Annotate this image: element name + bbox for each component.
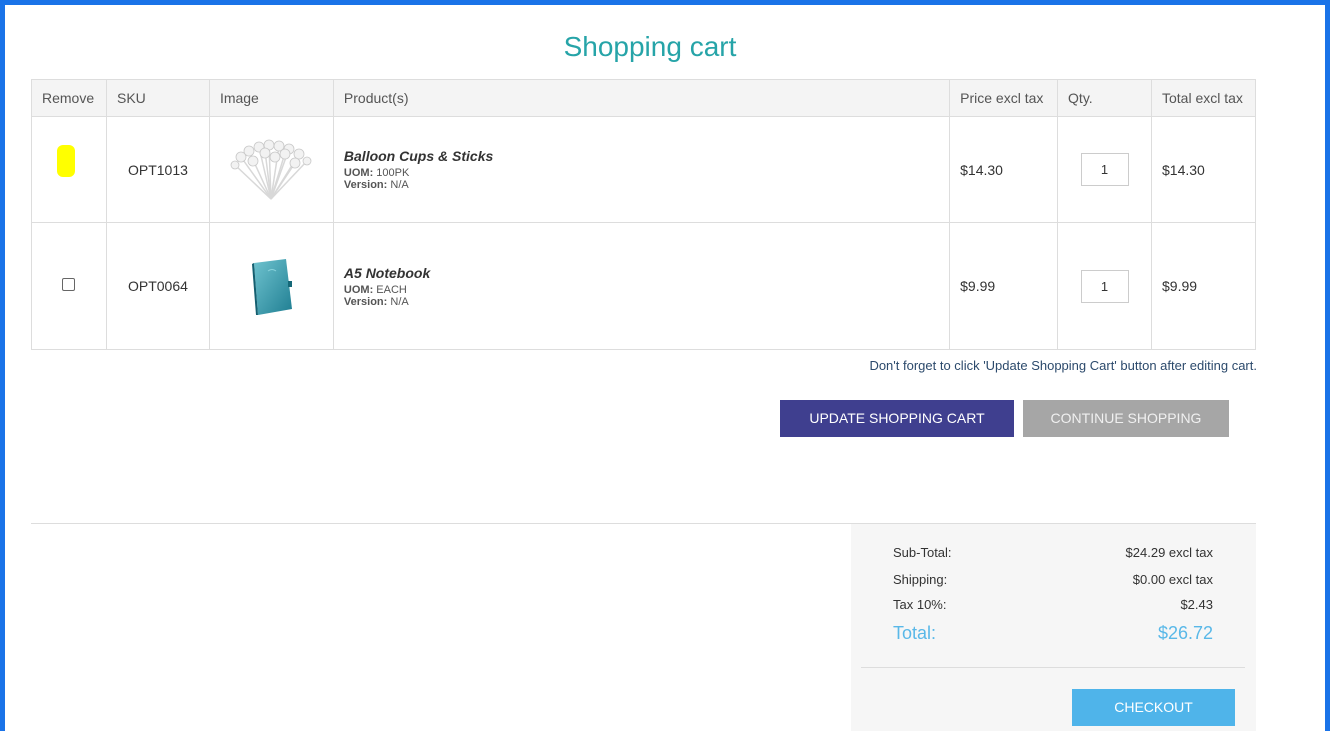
continue-shopping-button[interactable]: CONTINUE SHOPPING: [1023, 400, 1229, 437]
qty-cell: 1: [1057, 222, 1152, 350]
sku-cell: OPT1013: [105, 116, 210, 223]
header-remove: Remove: [31, 79, 107, 117]
total-cell: $9.99: [1151, 222, 1256, 350]
sku-cell: OPT0064: [105, 222, 210, 350]
checkout-button[interactable]: CHECKOUT: [1072, 689, 1235, 726]
shipping-value: $0.00 excl tax: [1132, 572, 1213, 587]
tax-value: $2.43: [1180, 597, 1213, 612]
image-cell: [208, 222, 334, 350]
quantity-input[interactable]: 1: [1080, 269, 1129, 303]
product-uom: UOM: EACH: [343, 283, 407, 296]
update-shopping-cart-button[interactable]: UPDATE SHOPPING CART: [780, 400, 1014, 437]
price-cell: $9.99: [949, 222, 1059, 350]
remove-cell: [31, 116, 107, 223]
remove-cell: [31, 222, 107, 350]
product-version: Version: N/A: [343, 179, 409, 191]
price-cell: $14.30: [949, 116, 1059, 223]
cart-table: Remove SKU Image Product(s) Price excl t…: [31, 79, 1256, 350]
update-cart-note: Don't forget to click 'Update Shopping C…: [869, 358, 1257, 373]
qty-cell: 1: [1057, 116, 1152, 223]
product-name[interactable]: A5 Notebook: [344, 265, 939, 281]
subtotal-label: Sub-Total:: [893, 545, 952, 560]
product-version: Version: N/A: [343, 295, 409, 308]
shipping-label: Shipping:: [893, 572, 948, 587]
header-qty: Qty.: [1057, 79, 1152, 117]
totals-divider: [861, 667, 1245, 668]
table-row: OPT1013 Balloon Cups & Sticks UOM: 100PK…: [31, 116, 1256, 223]
header-image: Image: [208, 79, 334, 117]
header-sku: SKU: [105, 79, 210, 117]
table-row: OPT0064 A5 Notebook UOM: EACH Version: N…: [31, 222, 1256, 350]
section-divider: [31, 523, 851, 524]
remove-checkbox[interactable]: [62, 278, 76, 291]
notebook-image[interactable]: [246, 255, 296, 317]
balloon-cups-image[interactable]: [229, 139, 313, 201]
header-products: Product(s): [332, 79, 950, 117]
header-price: Price excl tax: [949, 79, 1058, 117]
product-cell: A5 Notebook UOM: EACH Version: N/A: [332, 222, 951, 350]
total-label: Total:: [893, 623, 937, 643]
quantity-input[interactable]: 1: [1080, 153, 1129, 186]
total-cell: $14.30: [1151, 116, 1256, 223]
header-total: Total excl tax: [1151, 79, 1256, 117]
total-value: $26.72: [1157, 623, 1213, 643]
remove-checkbox-highlighted[interactable]: [56, 145, 75, 177]
table-header-row: Remove SKU Image Product(s) Price excl t…: [31, 79, 1256, 117]
product-name[interactable]: Balloon Cups & Sticks: [344, 148, 939, 164]
tax-label: Tax 10%:: [893, 597, 947, 612]
image-cell: [208, 116, 334, 223]
page-title: Shopping cart: [563, 31, 737, 62]
product-cell: Balloon Cups & Sticks UOM: 100PK Version…: [332, 116, 951, 223]
order-totals: Sub-Total: $24.29 excl tax Shipping: $0.…: [851, 523, 1256, 731]
subtotal-value: $24.29 excl tax: [1125, 545, 1213, 560]
product-uom: UOM: 100PK: [343, 167, 410, 179]
